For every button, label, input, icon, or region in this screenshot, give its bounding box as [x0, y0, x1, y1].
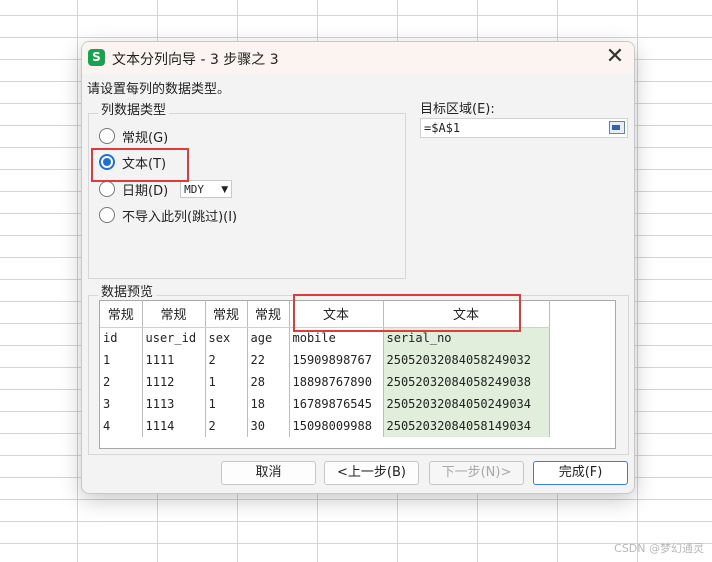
preview-cell: 1 [205, 393, 248, 415]
preview-cell: 1111 [142, 349, 206, 371]
col-type-2[interactable]: 常规 [142, 301, 206, 328]
preview-cell: 2 [100, 371, 143, 393]
preview-cell: 18 [247, 393, 290, 415]
preview-type-row: 常规 常规 常规 常规 文本 文本 [100, 301, 550, 328]
preview-cell: 1 [100, 349, 143, 371]
radio-date[interactable] [99, 181, 115, 197]
preview-cell: 1 [205, 371, 248, 393]
preview-cell: sex [205, 327, 248, 349]
radio-row-skip[interactable]: 不导入此列(跳过)(I) [99, 205, 237, 225]
preview-cell: age [247, 327, 290, 349]
destination-input[interactable]: =$A$1 [420, 118, 628, 138]
preview-cell: 1114 [142, 415, 206, 437]
next-button[interactable]: 下一步(N)> [429, 461, 524, 485]
range-picker-icon[interactable] [609, 121, 625, 134]
preview-cell: 15098009988 [289, 415, 384, 437]
preview-table: 常规 常规 常规 常规 文本 文本 id user_id sex age mob… [100, 301, 550, 437]
preview-cell: 25052032084058249032 [383, 349, 550, 371]
destination-label: 目标区域(E): [420, 102, 495, 117]
preview-cell: mobile [289, 327, 384, 349]
preview-cell: 2 [205, 415, 248, 437]
col-type-3[interactable]: 常规 [205, 301, 248, 328]
wps-spreadsheet-icon: S [88, 49, 105, 66]
preview-row: 1 1111 2 22 15909898767 2505203208405824… [100, 349, 550, 371]
radio-skip[interactable] [99, 207, 115, 223]
radio-date-label: 日期(D) [122, 183, 169, 199]
preview-cell: 3 [100, 393, 143, 415]
col-type-5[interactable]: 文本 [289, 301, 384, 328]
destination-value: =$A$1 [424, 121, 461, 135]
title-bar: S 文本分列向导 - 3 步骤之 3 ✕ [82, 42, 634, 74]
radio-text-label: 文本(T) [122, 156, 167, 172]
text-to-columns-dialog: S 文本分列向导 - 3 步骤之 3 ✕ 请设置每列的数据类型。 列数据类型 常… [81, 41, 635, 494]
dialog-title: 文本分列向导 - 3 步骤之 3 [112, 52, 279, 68]
data-preview-pane[interactable]: 常规 常规 常规 常规 文本 文本 id user_id sex age mob… [99, 300, 616, 449]
preview-cell: 30 [247, 415, 290, 437]
preview-row: 3 1113 1 18 16789876545 2505203208405024… [100, 393, 550, 415]
preview-cell: 18898767890 [289, 371, 384, 393]
preview-cell: 25052032084058149034 [383, 415, 550, 437]
preview-cell: 4 [100, 415, 143, 437]
preview-row: 2 1112 1 28 18898767890 2505203208405824… [100, 371, 550, 393]
back-button[interactable]: <上一步(B) [324, 461, 419, 485]
close-icon[interactable]: ✕ [602, 46, 628, 70]
radio-general-label: 常规(G) [122, 130, 169, 146]
preview-cell: user_id [142, 327, 206, 349]
radio-row-text[interactable]: 文本(T) [99, 152, 166, 172]
col-type-4[interactable]: 常规 [247, 301, 290, 328]
date-format-value: MDY [184, 183, 205, 196]
date-format-select[interactable]: MDY ▼ [180, 180, 233, 198]
preview-cell: 1112 [142, 371, 206, 393]
cancel-button[interactable]: 取消 [221, 461, 316, 485]
radio-skip-label: 不导入此列(跳过)(I) [122, 209, 238, 225]
preview-row: id user_id sex age mobile serial_no [100, 327, 550, 349]
radio-general[interactable] [99, 128, 115, 144]
column-format-legend: 列数据类型 [98, 99, 170, 118]
radio-text[interactable] [99, 154, 115, 170]
preview-cell: 16789876545 [289, 393, 384, 415]
radio-row-date[interactable]: 日期(D) MDY ▼ [99, 179, 233, 199]
preview-cell: 25052032084058249038 [383, 371, 550, 393]
instruction-text: 请设置每列的数据类型。 [87, 82, 231, 97]
preview-cell: 22 [247, 349, 290, 371]
preview-cell: 25052032084050249034 [383, 393, 550, 415]
data-preview-legend: 数据预览 [98, 281, 157, 300]
finish-button[interactable]: 完成(F) [533, 461, 628, 485]
dropdown-arrow-icon: ▼ [221, 185, 229, 195]
preview-cell: 1113 [142, 393, 206, 415]
preview-cell: id [100, 327, 143, 349]
preview-cell: serial_no [383, 327, 550, 349]
preview-cell: 28 [247, 371, 290, 393]
radio-row-general[interactable]: 常规(G) [99, 126, 168, 146]
col-type-1[interactable]: 常规 [100, 301, 143, 328]
preview-cell: 15909898767 [289, 349, 384, 371]
preview-row: 4 1114 2 30 15098009988 2505203208405814… [100, 415, 550, 437]
preview-cell: 2 [205, 349, 248, 371]
col-type-6[interactable]: 文本 [383, 301, 550, 328]
watermark: CSDN @梦幻通灵 [614, 542, 704, 555]
